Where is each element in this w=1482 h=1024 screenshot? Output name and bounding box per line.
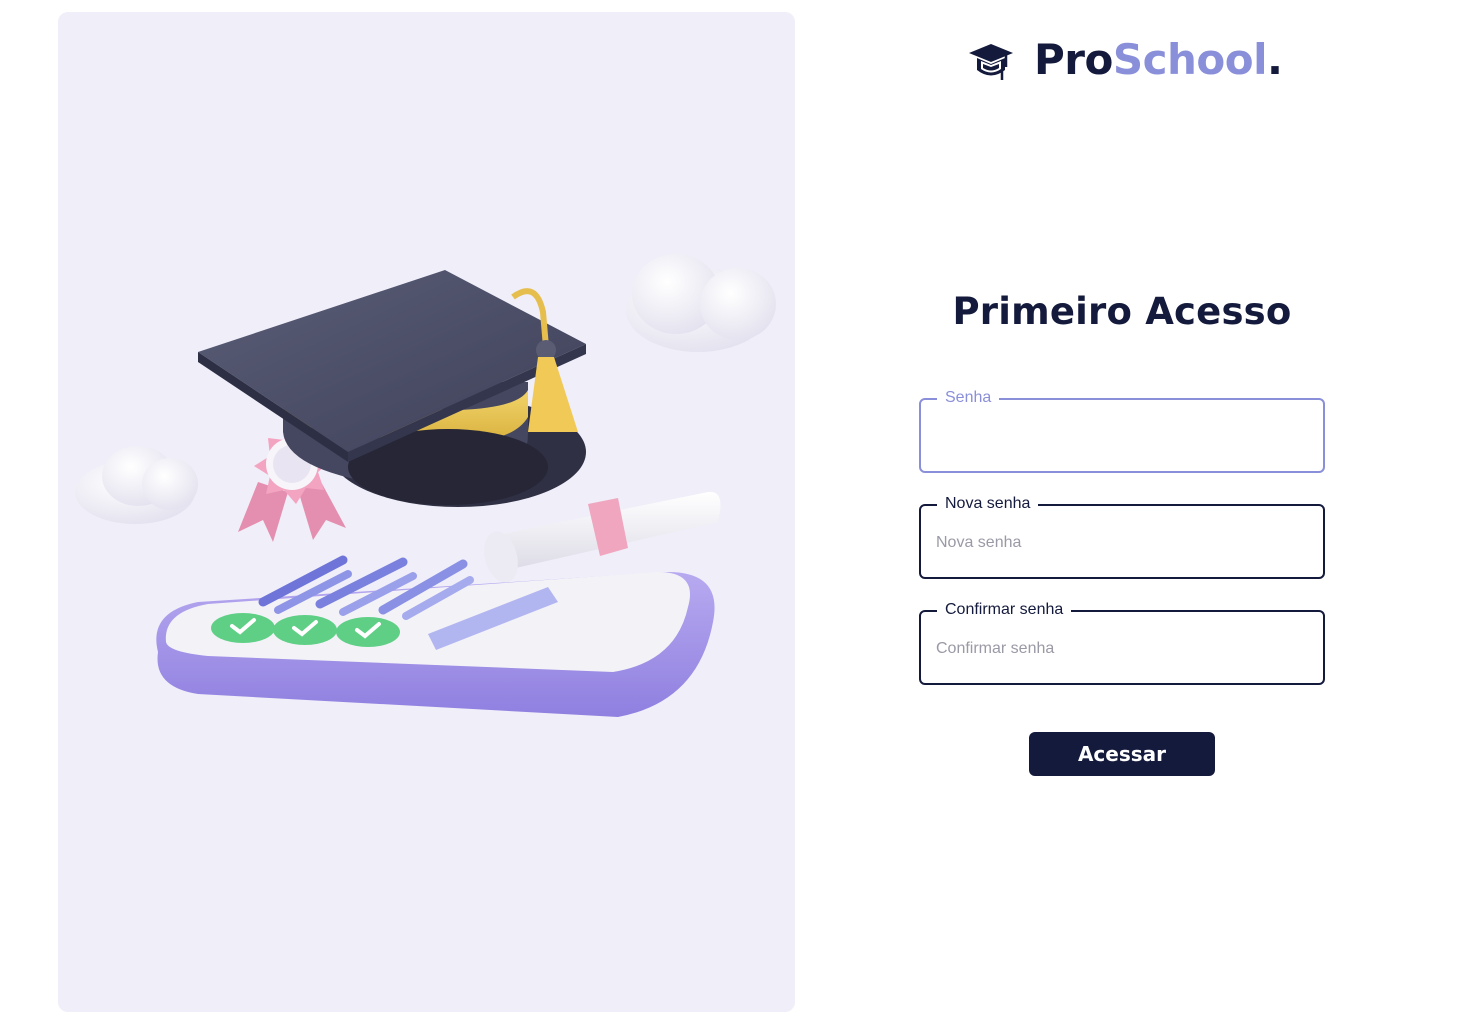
graduation-illustration bbox=[75, 254, 776, 717]
first-access-page: ProSchool. Primeiro Acesso Senha Nova se… bbox=[0, 0, 1482, 1024]
cloud-right-icon bbox=[626, 254, 776, 352]
new-password-field[interactable]: Nova senha bbox=[919, 494, 1325, 579]
brand-name-pro: Pro bbox=[1034, 35, 1113, 84]
access-button[interactable]: Acessar bbox=[1029, 732, 1215, 776]
graduation-cap-illustration-icon bbox=[198, 270, 586, 507]
new-password-input[interactable] bbox=[934, 506, 1308, 579]
brand-name-school: School bbox=[1112, 35, 1268, 84]
checklist-board-icon bbox=[156, 555, 715, 717]
brand-name-dot: . bbox=[1267, 35, 1283, 84]
brand-name: ProSchool. bbox=[1034, 39, 1283, 81]
illustration-panel bbox=[58, 12, 795, 1012]
cloud-left-icon bbox=[75, 446, 198, 524]
page-title: Primeiro Acesso bbox=[952, 290, 1292, 333]
confirm-password-field[interactable]: Confirmar senha bbox=[919, 600, 1325, 685]
password-input[interactable] bbox=[934, 400, 1308, 473]
brand-logo: ProSchool. bbox=[966, 32, 1283, 88]
diploma-scroll-icon bbox=[484, 491, 721, 583]
password-field[interactable]: Senha bbox=[919, 388, 1325, 473]
confirm-password-input[interactable] bbox=[934, 612, 1308, 685]
graduation-cap-icon bbox=[969, 44, 1013, 80]
